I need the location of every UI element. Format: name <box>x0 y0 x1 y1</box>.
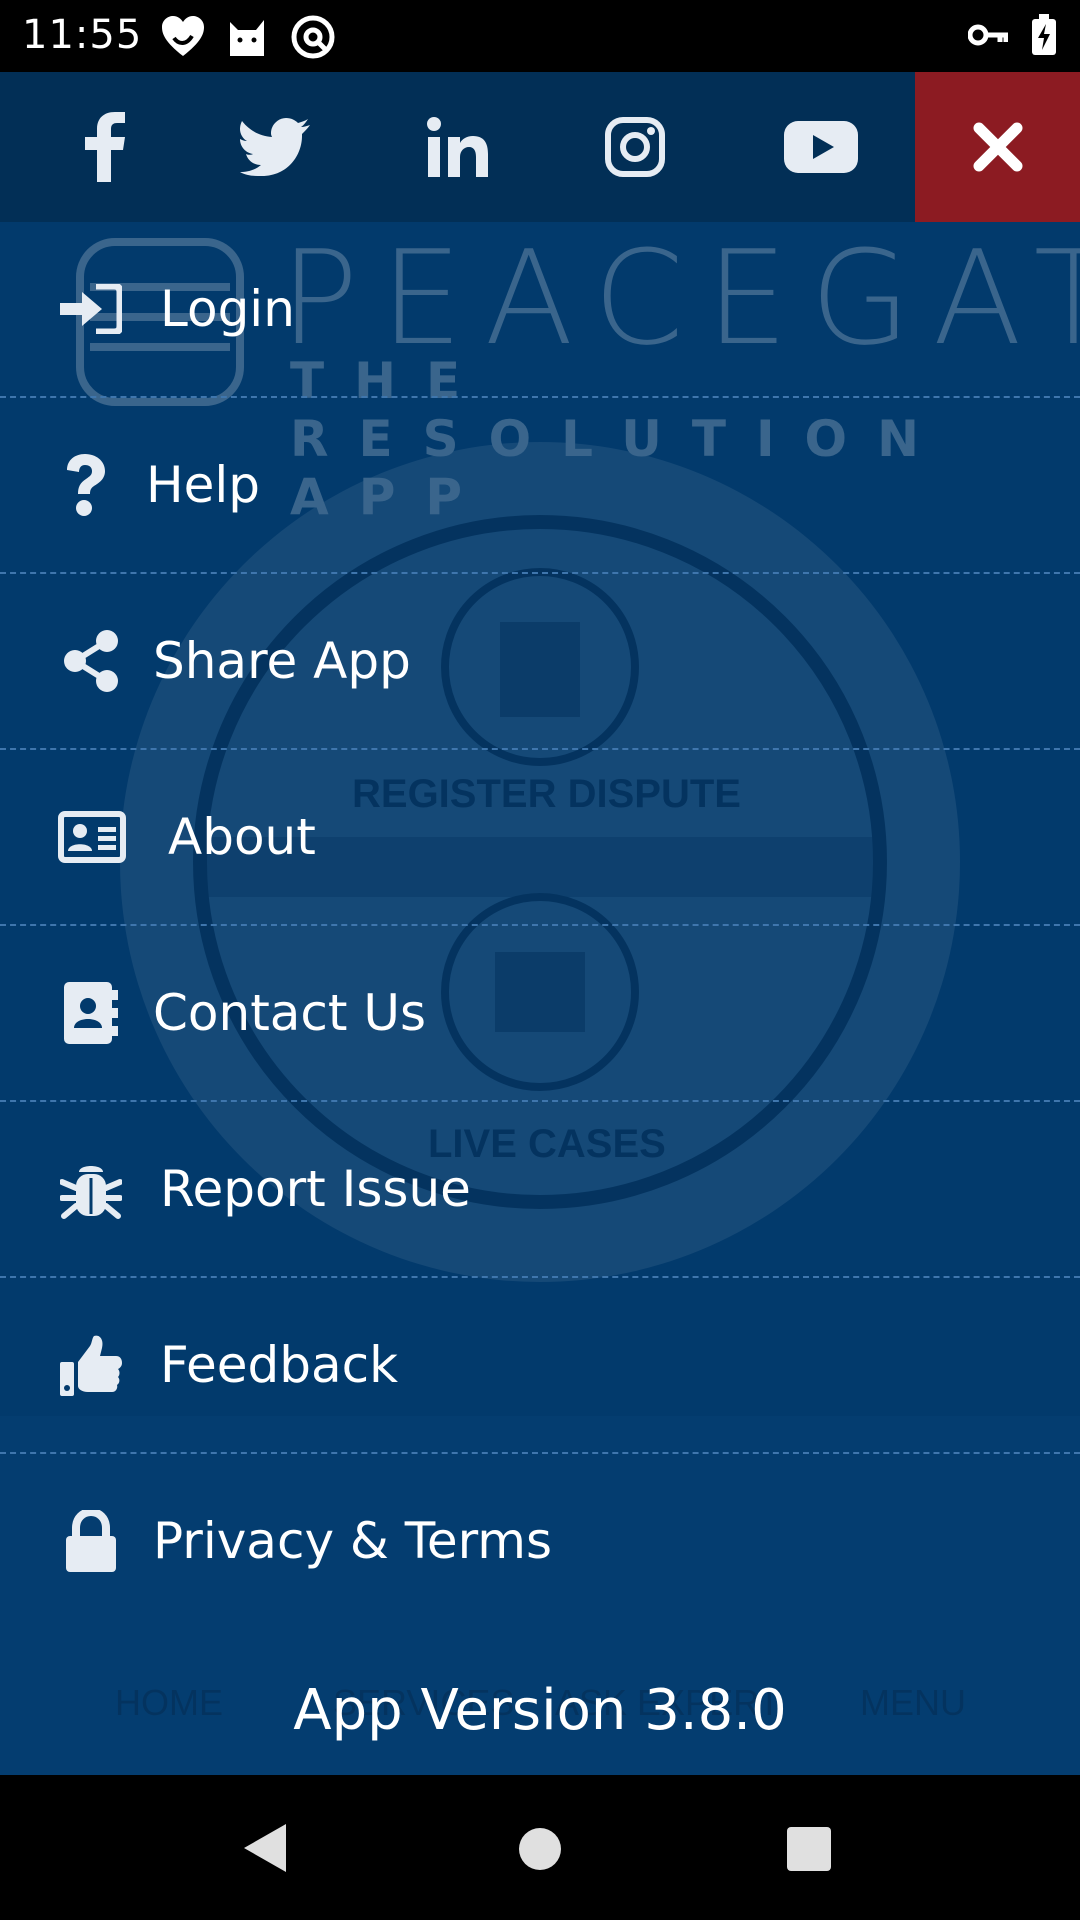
system-nav-bar <box>0 1775 1080 1920</box>
close-icon <box>973 122 1022 172</box>
side-menu: Login Help Share App About Contact Us Re… <box>0 222 1080 1628</box>
menu-item-label: About <box>168 808 316 866</box>
id-card-icon <box>58 802 126 872</box>
bug-icon <box>56 1154 126 1224</box>
menu-item-login[interactable]: Login <box>0 222 1080 398</box>
address-book-icon <box>56 978 126 1048</box>
menu-item-label: Report Issue <box>160 1160 471 1218</box>
menu-item-about[interactable]: About <box>0 750 1080 926</box>
menu-item-label: Login <box>160 280 295 338</box>
menu-item-label: Privacy & Terms <box>153 1512 553 1570</box>
menu-item-label: Help <box>146 456 260 514</box>
status-bar: 11:55 <box>0 0 1080 72</box>
at-sign-icon <box>290 14 336 64</box>
share-icon <box>56 626 126 696</box>
menu-item-label: Feedback <box>160 1336 399 1394</box>
linkedin-icon[interactable] <box>412 102 502 192</box>
thumbs-up-icon <box>56 1330 126 1400</box>
cat-app-icon <box>226 14 268 62</box>
login-icon <box>56 274 126 344</box>
menu-item-contact-us[interactable]: Contact Us <box>0 926 1080 1102</box>
app-version: App Version 3.8.0 <box>293 1678 787 1743</box>
menu-item-share-app[interactable]: Share App <box>0 574 1080 750</box>
menu-item-help[interactable]: Help <box>0 398 1080 574</box>
instagram-icon[interactable] <box>590 102 680 192</box>
close-menu-button[interactable] <box>915 72 1080 222</box>
question-icon <box>50 450 120 520</box>
menu-item-label: Share App <box>153 632 411 690</box>
app-screen: PEACEGATE THE RESOLUTION APP REGISTER DI… <box>0 72 1080 1775</box>
twitter-icon[interactable] <box>230 102 320 192</box>
menu-item-privacy-terms[interactable]: Privacy & Terms <box>0 1454 1080 1628</box>
menu-item-report-issue[interactable]: Report Issue <box>0 1102 1080 1278</box>
facebook-icon[interactable] <box>60 102 150 192</box>
menu-item-label: Contact Us <box>153 984 427 1042</box>
home-icon[interactable] <box>518 1827 562 1875</box>
lock-icon <box>56 1506 126 1576</box>
youtube-icon[interactable] <box>776 102 866 192</box>
menu-item-feedback[interactable]: Feedback <box>0 1278 1080 1454</box>
status-time: 11:55 <box>22 12 143 58</box>
battery-charging-icon <box>1030 14 1058 60</box>
key-icon <box>967 20 1009 54</box>
heart-app-icon <box>160 14 206 62</box>
back-icon[interactable] <box>242 1823 288 1877</box>
social-header <box>0 72 1080 222</box>
recents-icon[interactable] <box>787 1827 831 1875</box>
